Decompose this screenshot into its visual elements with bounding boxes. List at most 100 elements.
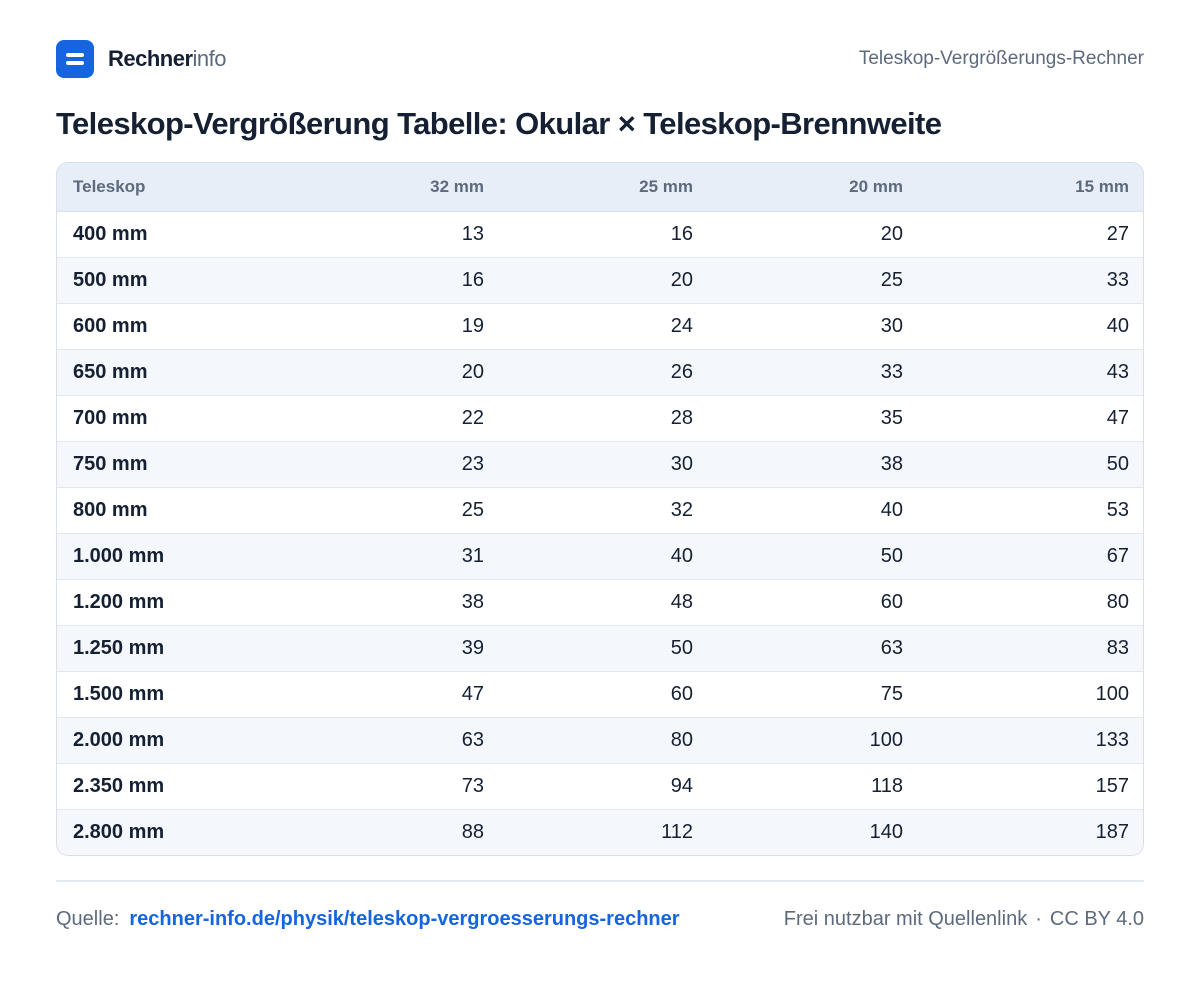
source-attribution: Quelle: rechner-info.de/physik/teleskop-… xyxy=(56,908,680,931)
table-row: 600 mm 19 24 30 40 xyxy=(57,302,1143,349)
magnification-cell: 50 xyxy=(919,440,1143,487)
table-row: 2.350 mm 73 94 118 157 xyxy=(57,762,1143,809)
magnification-cell: 20 xyxy=(297,348,500,395)
column-header-eyepiece: 25 mm xyxy=(500,163,709,212)
magnification-cell: 27 xyxy=(1106,222,1129,245)
magnification-cell: 25 xyxy=(297,486,500,533)
page-footer: Quelle: rechner-info.de/physik/teleskop-… xyxy=(56,906,1144,932)
magnification-cell: 157 xyxy=(919,762,1143,809)
magnification-cell: 28 xyxy=(500,394,709,441)
brand-logo-link[interactable]: Rechnerinfo xyxy=(56,40,227,78)
magnification-cell: 118 xyxy=(709,762,919,809)
magnification-cell: 30 xyxy=(500,440,709,487)
brand-name-light: info xyxy=(192,46,227,71)
column-header-eyepiece: 32 mm xyxy=(297,163,500,212)
table-row: 1.250 mm 39 50 63 83 xyxy=(57,624,1143,671)
telescope-focal-length-cell: 2.000 mm xyxy=(57,716,297,763)
magnification-cell: 30 xyxy=(709,302,919,349)
column-header-eyepiece: 15 mm xyxy=(919,163,1143,212)
telescope-focal-length-cell: 400 mm xyxy=(73,222,148,245)
magnification-cell: 38 xyxy=(709,440,919,487)
brand-name: Rechnerinfo xyxy=(108,46,227,72)
license-text: Frei nutzbar mit Quellenlink xyxy=(783,907,1028,930)
magnification-cell: 67 xyxy=(919,532,1143,579)
magnification-cell: 23 xyxy=(297,440,500,487)
table-row: 1.500 mm 47 60 75 100 xyxy=(57,670,1143,717)
magnification-table: Teleskop 32 mm 25 mm 20 mm 15 mm 400 mm 1… xyxy=(57,163,1143,855)
table-row: 1.000 mm 31 40 50 67 xyxy=(57,532,1143,579)
telescope-focal-length-cell: 800 mm xyxy=(57,486,297,533)
table-row: 400 mm 13 16 20 27 xyxy=(57,211,1143,257)
magnification-cell: 80 xyxy=(919,578,1143,625)
magnification-cell: 43 xyxy=(919,348,1143,395)
magnification-cell: 25 xyxy=(709,256,919,303)
column-header-telescope: Teleskop xyxy=(57,163,297,212)
table-row: 650 mm 20 26 33 43 xyxy=(57,348,1143,395)
magnification-cell: 47 xyxy=(919,394,1143,441)
magnification-cell: 13 xyxy=(461,222,484,245)
magnification-cell: 88 xyxy=(297,808,500,855)
magnification-cell: 40 xyxy=(709,486,919,533)
telescope-focal-length-cell: 600 mm xyxy=(57,302,297,349)
telescope-focal-length-cell: 1.200 mm xyxy=(57,578,297,625)
telescope-focal-length-cell: 1.500 mm xyxy=(57,670,297,717)
calculator-title: Teleskop-Vergrößerungs-Rechner xyxy=(858,48,1144,69)
magnification-cell: 40 xyxy=(919,302,1143,349)
magnification-cell: 94 xyxy=(500,762,709,809)
magnification-cell: 112 xyxy=(500,808,709,855)
magnification-cell: 32 xyxy=(500,486,709,533)
telescope-focal-length-cell: 650 mm xyxy=(57,348,297,395)
magnification-cell: 16 xyxy=(670,222,693,245)
magnification-cell: 80 xyxy=(500,716,709,763)
magnification-cell: 22 xyxy=(297,394,500,441)
magnification-cell: 39 xyxy=(297,624,500,671)
magnification-cell: 35 xyxy=(709,394,919,441)
footer-divider xyxy=(56,880,1144,882)
magnification-cell: 140 xyxy=(709,808,919,855)
magnification-table-container: Teleskop 32 mm 25 mm 20 mm 15 mm 400 mm 1… xyxy=(56,162,1144,856)
table-row: 700 mm 22 28 35 47 xyxy=(57,394,1143,441)
page-header: Rechnerinfo Teleskop-Vergrößerungs-Rechn… xyxy=(56,40,1144,78)
table-row: 500 mm 16 20 25 33 xyxy=(57,256,1143,303)
table-row: 2.000 mm 63 80 100 133 xyxy=(57,716,1143,763)
telescope-focal-length-cell: 2.350 mm xyxy=(57,762,297,809)
magnification-cell: 73 xyxy=(297,762,500,809)
telescope-focal-length-cell: 500 mm xyxy=(57,256,297,303)
magnification-cell: 83 xyxy=(919,624,1143,671)
magnification-cell: 187 xyxy=(919,808,1143,855)
table-row: 1.200 mm 38 48 60 80 xyxy=(57,578,1143,625)
table-row: 2.800 mm 88 112 140 187 xyxy=(57,808,1143,855)
telescope-focal-length-cell: 1.250 mm xyxy=(57,624,297,671)
magnification-cell: 100 xyxy=(709,716,919,763)
magnification-cell: 50 xyxy=(709,532,919,579)
license-name: CC BY 4.0 xyxy=(1049,907,1144,930)
source-label: Quelle: xyxy=(56,907,120,930)
magnification-cell: 20 xyxy=(880,222,903,245)
magnification-cell: 33 xyxy=(919,256,1143,303)
menu-lines-icon xyxy=(56,40,94,78)
magnification-cell: 133 xyxy=(919,716,1143,763)
brand-name-bold: Rechner xyxy=(108,46,193,71)
magnification-cell: 26 xyxy=(500,348,709,395)
magnification-cell: 31 xyxy=(297,532,500,579)
telescope-focal-length-cell: 1.000 mm xyxy=(57,532,297,579)
table-row: 800 mm 25 32 40 53 xyxy=(57,486,1143,533)
magnification-cell: 48 xyxy=(500,578,709,625)
magnification-cell: 50 xyxy=(500,624,709,671)
column-header-eyepiece: 20 mm xyxy=(709,163,919,212)
magnification-cell: 33 xyxy=(709,348,919,395)
magnification-cell: 40 xyxy=(500,532,709,579)
magnification-cell: 38 xyxy=(297,578,500,625)
source-link[interactable]: rechner-info.de/physik/teleskop-vergroes… xyxy=(129,908,679,931)
magnification-cell: 20 xyxy=(500,256,709,303)
table-row: 750 mm 23 30 38 50 xyxy=(57,440,1143,487)
magnification-cell: 16 xyxy=(297,256,500,303)
magnification-cell: 60 xyxy=(709,578,919,625)
table-header-row: Teleskop 32 mm 25 mm 20 mm 15 mm xyxy=(57,163,1143,212)
page-title: Teleskop-Vergrößerung Tabelle: Okular × … xyxy=(56,106,942,141)
magnification-cell: 75 xyxy=(709,670,919,717)
magnification-cell: 63 xyxy=(709,624,919,671)
separator: · xyxy=(1035,907,1042,930)
telescope-focal-length-cell: 700 mm xyxy=(57,394,297,441)
magnification-cell: 60 xyxy=(500,670,709,717)
